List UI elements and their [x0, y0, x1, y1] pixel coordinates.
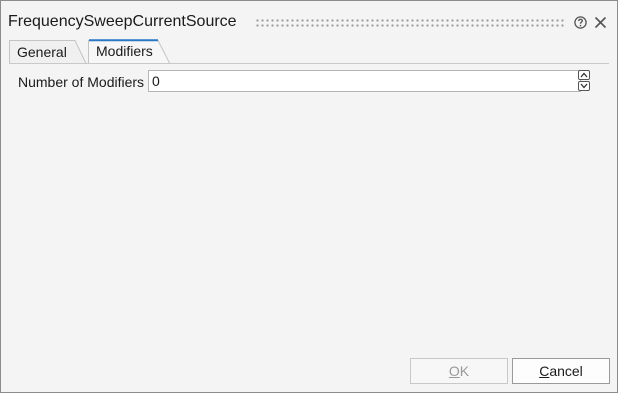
ok-button[interactable]: OK — [410, 358, 508, 384]
number-of-modifiers-label: Number of Modifiers — [18, 74, 145, 90]
chevron-up-icon — [580, 72, 588, 78]
help-icon[interactable] — [574, 16, 587, 29]
tab-general-label: General — [17, 44, 67, 60]
chevron-down-icon — [580, 83, 588, 89]
tab-divider — [9, 63, 609, 64]
tab-modifiers-label: Modifiers — [96, 43, 153, 59]
spin-up-button[interactable] — [578, 70, 590, 80]
cancel-button[interactable]: Cancel — [512, 358, 610, 384]
number-of-modifiers-input[interactable] — [148, 70, 581, 92]
tab-strip: General Modifiers — [9, 39, 609, 64]
spin-down-button[interactable] — [578, 81, 590, 91]
close-icon[interactable] — [594, 16, 607, 29]
drag-grip-handle[interactable] — [255, 18, 565, 27]
ok-mnemonic: O — [448, 363, 460, 379]
cancel-mnemonic: C — [539, 363, 550, 379]
tab-general[interactable]: General — [9, 39, 89, 64]
dialog-window: FrequencySweepCurrentSource General Modi… — [0, 0, 618, 393]
modifiers-spinner — [578, 70, 590, 91]
cancel-label-rest: ancel — [549, 363, 583, 379]
window-title: FrequencySweepCurrentSource — [8, 13, 237, 30]
tab-modifiers[interactable]: Modifiers — [88, 39, 178, 64]
title-bar[interactable]: FrequencySweepCurrentSource — [1, 1, 617, 39]
ok-label-rest: K — [459, 363, 470, 379]
